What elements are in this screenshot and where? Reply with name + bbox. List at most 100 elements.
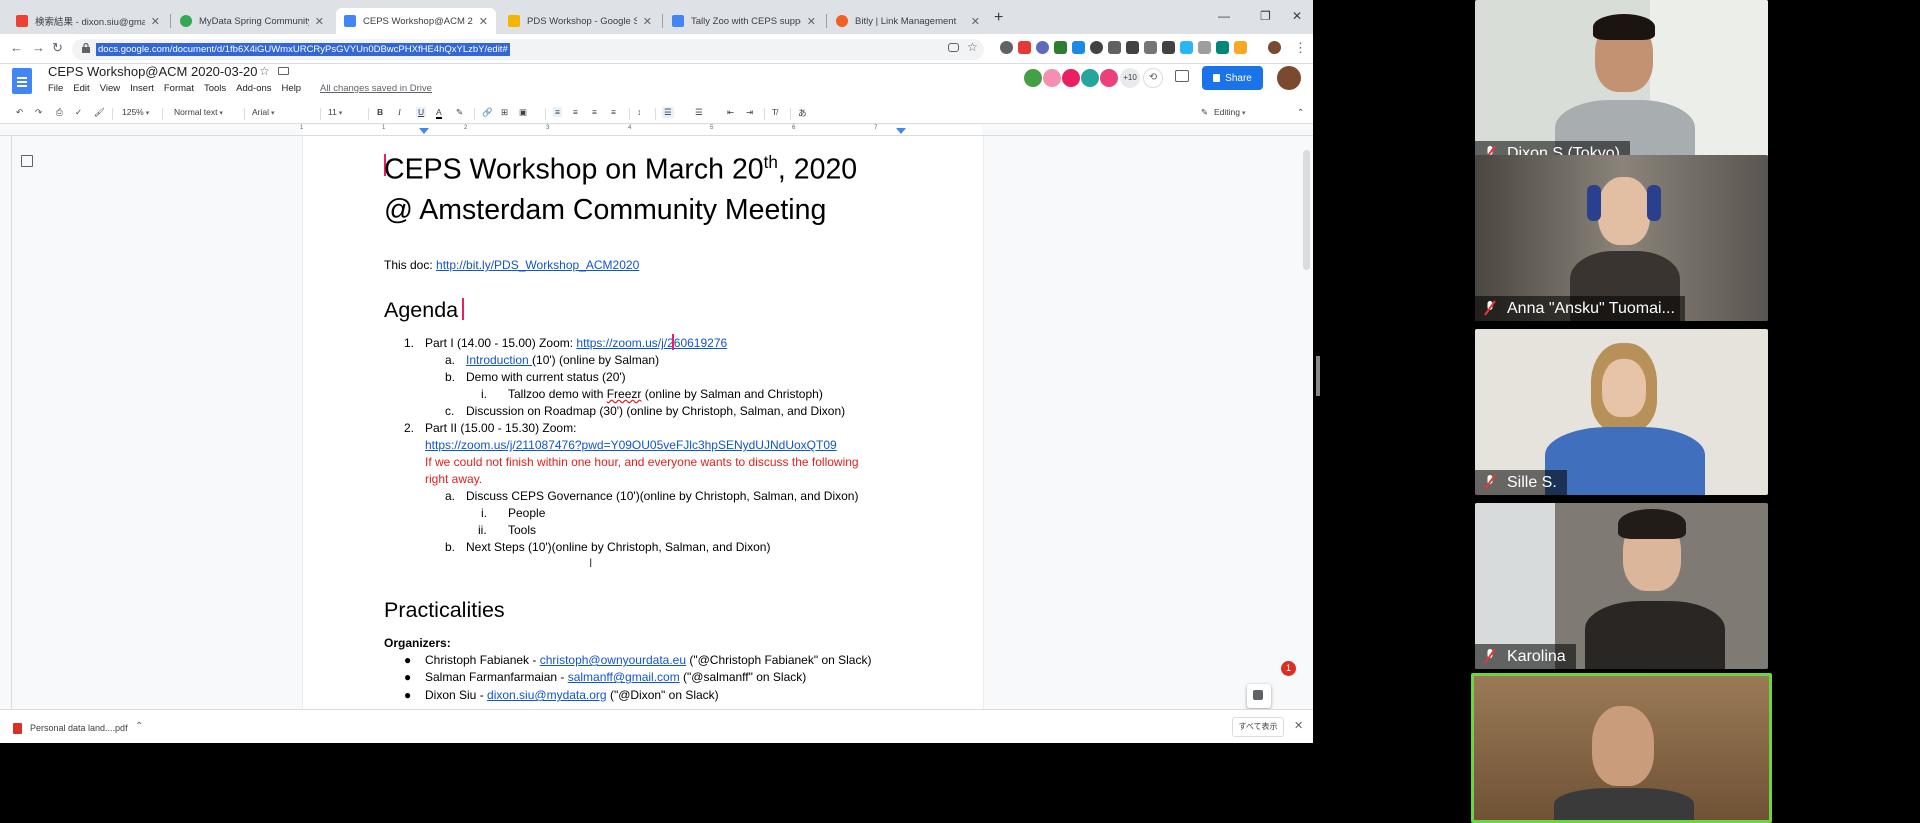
star-icon[interactable]: ☆	[259, 64, 270, 78]
close-icon[interactable]: ✕	[151, 15, 160, 28]
left-indent-marker[interactable]	[419, 128, 429, 134]
collaborator-avatar[interactable]	[1080, 68, 1100, 88]
font-size-select[interactable]: 11	[328, 107, 342, 117]
print-icon[interactable]: ⎙	[56, 107, 63, 118]
menu-tools[interactable]: Tools	[204, 83, 226, 94]
collaborator-avatar[interactable]	[1023, 68, 1043, 88]
star-icon[interactable]: ☆	[967, 40, 980, 54]
extension-icon[interactable]	[1090, 41, 1103, 54]
introduction-link[interactable]: Introduction	[466, 353, 532, 367]
cast-icon[interactable]	[948, 43, 959, 52]
this-doc-link[interactable]: http://bit.ly/PDS_Workshop_ACM2020	[436, 258, 639, 272]
address-bar[interactable]: docs.google.com/document/d/1fb6X4iGUWmxU…	[72, 39, 984, 60]
organizer-email[interactable]: dixon.siu@mydata.org	[487, 688, 607, 702]
document-title[interactable]: CEPS Workshop@ACM 2020-03-20	[48, 64, 258, 79]
new-tab-button[interactable]: +	[994, 9, 1003, 27]
video-tile-active-speaker[interactable]	[1471, 673, 1772, 823]
document-page[interactable]: CEPS Workshop on March 20th, 2020 @ Amst…	[303, 136, 983, 709]
minimize-icon[interactable]: —	[1218, 9, 1230, 23]
tab-ceps-workshop[interactable]: CEPS Workshop@ACM 2020-03- ✕	[336, 8, 496, 34]
extension-icon[interactable]	[1108, 41, 1121, 54]
tab-pds-slides[interactable]: PDS Workshop - Google Slides ✕	[500, 8, 660, 34]
show-all-button[interactable]: すべて表示	[1232, 717, 1284, 737]
menu-help[interactable]: Help	[282, 83, 302, 94]
extension-icon[interactable]	[1180, 41, 1193, 54]
video-tile-anna[interactable]: Anna "Ansku" Tuomai...	[1475, 155, 1768, 321]
input-tools-icon[interactable]: あ	[798, 107, 807, 119]
explore-button[interactable]	[1247, 684, 1271, 708]
extension-icon[interactable]	[1144, 41, 1157, 54]
url-text[interactable]: docs.google.com/document/d/1fb6X4iGUWmxU…	[96, 43, 510, 56]
menu-file[interactable]: File	[48, 83, 63, 94]
collapse-icon[interactable]: ⌃	[1297, 107, 1304, 118]
back-icon[interactable]: ←	[10, 40, 23, 55]
decrease-indent-icon[interactable]: ⇤	[727, 107, 734, 118]
increase-indent-icon[interactable]: ⇥	[746, 107, 753, 118]
organizer-email[interactable]: christoph@ownyourdata.eu	[540, 653, 686, 667]
justify-icon[interactable]: ≡	[611, 107, 616, 117]
style-select[interactable]: Normal text	[174, 107, 223, 117]
menu-addons[interactable]: Add-ons	[236, 83, 271, 94]
more-collaborators-badge[interactable]: +10	[1120, 68, 1140, 88]
menu-format[interactable]: Format	[164, 83, 194, 94]
collaborator-avatar[interactable]	[1061, 68, 1081, 88]
mode-select[interactable]: Editing	[1214, 107, 1284, 117]
font-select[interactable]: Arial	[252, 107, 314, 117]
align-left-icon[interactable]: ≡	[553, 107, 562, 117]
extension-icon[interactable]	[1126, 41, 1139, 54]
forward-icon[interactable]: →	[32, 40, 45, 55]
text-color-icon[interactable]: A	[436, 107, 442, 119]
menu-edit[interactable]: Edit	[73, 83, 89, 94]
align-center-icon[interactable]: ≡	[573, 107, 578, 117]
close-icon[interactable]: ✕	[971, 15, 980, 28]
video-tile-dixon[interactable]: Dixon S (Tokyo)	[1475, 0, 1768, 166]
tab-gmail[interactable]: 検索結果 - dixon.siu@gmail.com ✕	[8, 8, 168, 34]
tab-mydata[interactable]: MyData Spring Community Meeting ✕	[172, 8, 332, 34]
extension-icon[interactable]	[1216, 41, 1229, 54]
spellcheck-icon[interactable]: ✓	[75, 107, 82, 118]
close-icon[interactable]: ✕	[315, 15, 324, 28]
close-icon[interactable]: ✕	[807, 15, 816, 28]
menu-insert[interactable]: Insert	[130, 83, 154, 94]
docs-logo-icon[interactable]	[12, 68, 32, 94]
extension-icon[interactable]	[1054, 41, 1067, 54]
close-window-icon[interactable]: ✕	[1292, 9, 1302, 23]
bold-icon[interactable]: B	[377, 107, 383, 117]
zoom-link-part-1[interactable]: https://zoom.us/j/260619276	[576, 336, 727, 350]
comment-icon[interactable]	[1175, 70, 1189, 82]
notification-badge[interactable]: 1	[1281, 661, 1296, 676]
scrollbar[interactable]	[1303, 150, 1310, 270]
numbered-list-icon[interactable]: ☰	[662, 107, 674, 118]
profile-avatar[interactable]	[1268, 41, 1281, 54]
right-indent-marker[interactable]	[896, 128, 906, 134]
paint-format-icon[interactable]: 🖌	[94, 107, 105, 118]
align-right-icon[interactable]: ≡	[592, 107, 597, 117]
collaborator-avatar[interactable]	[1042, 68, 1062, 88]
extension-icon[interactable]	[1000, 41, 1013, 54]
link-icon[interactable]: 🔗	[482, 107, 493, 118]
kebab-menu-icon[interactable]: ⋮	[1294, 40, 1307, 56]
zoom-link-part-2[interactable]: https://zoom.us/j/211087476?pwd=Y09OU05v…	[425, 438, 837, 452]
close-icon[interactable]: ✕	[479, 15, 488, 28]
extension-icon[interactable]	[1036, 41, 1049, 54]
video-tile-karolina[interactable]: Karolina	[1475, 503, 1768, 669]
save-status[interactable]: All changes saved in Drive	[320, 83, 432, 94]
chevron-up-icon[interactable]: ⌃	[135, 721, 143, 732]
menu-view[interactable]: View	[100, 83, 120, 94]
line-spacing-icon[interactable]: ↕	[637, 107, 641, 117]
tab-tally-zoo[interactable]: Tally Zoo with CEPS support - Go ✕	[664, 8, 824, 34]
extension-icon[interactable]	[1234, 41, 1247, 54]
zoom-select[interactable]: 125%	[122, 107, 149, 117]
restore-icon[interactable]: ❐	[1260, 9, 1271, 23]
organizer-email[interactable]: salmanff@gmail.com	[568, 670, 680, 684]
clear-formatting-icon[interactable]: T̸	[772, 107, 777, 117]
user-avatar[interactable]	[1277, 66, 1301, 90]
highlight-icon[interactable]: ✎	[456, 107, 463, 118]
share-button[interactable]: Share	[1202, 66, 1263, 90]
tab-bitly[interactable]: Bitly | Link Management ✕	[828, 8, 988, 34]
add-comment-icon[interactable]: ⊞	[501, 107, 508, 118]
extension-icon[interactable]	[1072, 41, 1085, 54]
reload-icon[interactable]: ↻	[52, 40, 63, 56]
document-outline-icon[interactable]	[21, 155, 33, 167]
underline-icon[interactable]: U	[416, 107, 427, 117]
